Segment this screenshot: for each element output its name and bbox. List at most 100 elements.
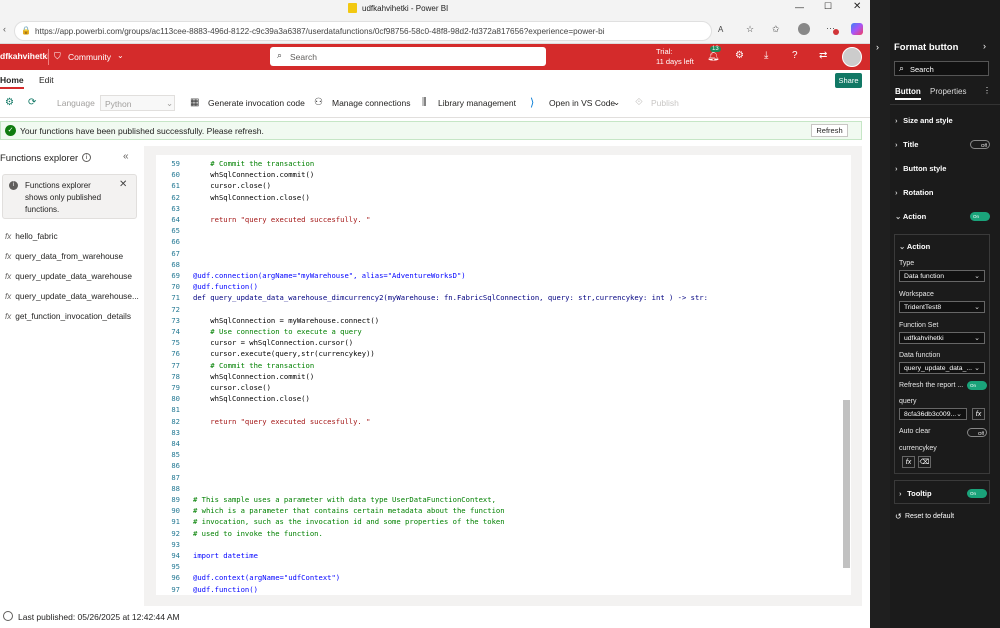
publish-button[interactable]: Publish: [651, 98, 679, 108]
line-number: 75: [171, 338, 180, 348]
tab-properties[interactable]: Properties: [930, 87, 966, 96]
subsection-action[interactable]: ⌄ Action: [899, 242, 930, 251]
tooltip-card: › Tooltip On: [894, 480, 990, 504]
function-icon: fx: [5, 312, 12, 321]
eraser-icon[interactable]: ⌫: [918, 456, 931, 468]
settings-icon[interactable]: ⚙: [5, 97, 14, 108]
function-item[interactable]: fx query_update_data_warehouse: [5, 271, 132, 281]
favorites-bar-icon[interactable]: ✩: [772, 24, 780, 35]
explorer-title: Functions explorer: [0, 153, 79, 164]
toggle-text: On: [970, 382, 977, 388]
line-number: 59: [171, 159, 180, 168]
line-number: 73: [171, 315, 180, 325]
line-number: 74: [171, 327, 180, 336]
data-function-select[interactable]: query_update_data_... ⌄: [899, 362, 985, 374]
function-item[interactable]: fx query_update_data_warehouse...: [5, 291, 139, 301]
editor-scrollbar[interactable]: [843, 400, 850, 568]
pane-search-input[interactable]: ⌕ Search: [894, 61, 989, 76]
back-icon[interactable]: ‹: [3, 24, 6, 34]
close-window-icon[interactable]: ✕: [853, 1, 861, 12]
read-aloud-icon[interactable]: A: [718, 25, 723, 34]
divider: [890, 104, 1000, 105]
minimize-icon[interactable]: —: [795, 2, 804, 12]
line-number: 80: [171, 394, 180, 404]
function-item[interactable]: fx query_data_from_warehouse: [5, 251, 123, 261]
line-number: 95: [171, 562, 180, 572]
code-line: return "query executed succesfully. ": [193, 416, 371, 426]
chevron-down-icon[interactable]: ⌄: [613, 97, 620, 108]
refresh-report-toggle[interactable]: On: [967, 381, 987, 390]
maximize-icon[interactable]: ☐: [824, 1, 832, 12]
chevron-down-icon: ⌄: [974, 335, 980, 342]
workspace-select[interactable]: TridentTest8 ⌄: [899, 301, 985, 313]
section-size-style[interactable]: › Size and style: [895, 116, 953, 125]
code-line: # which is a parameter that contains cer…: [193, 506, 505, 516]
more-icon[interactable]: ⋮: [983, 86, 991, 95]
divider: [48, 49, 49, 65]
dismiss-icon[interactable]: ✕: [119, 179, 127, 190]
function-set-select[interactable]: udfkahvihetki ⌄: [899, 332, 985, 344]
collapse-icon[interactable]: «: [123, 151, 129, 162]
user-avatar[interactable]: [842, 47, 862, 67]
manage-connections-button[interactable]: Manage connections: [332, 98, 410, 108]
fx-button[interactable]: fx: [972, 408, 985, 420]
help-icon[interactable]: ?: [792, 50, 798, 61]
tab-edit[interactable]: Edit: [39, 75, 54, 85]
chevron-down-icon: ⌄: [974, 365, 980, 372]
language-select[interactable]: Python ⌄: [100, 95, 175, 111]
section-action[interactable]: ⌄ Action: [895, 212, 926, 221]
title-toggle[interactable]: Off: [970, 140, 990, 149]
share-link-icon[interactable]: ⇄: [819, 50, 827, 61]
profile-avatar[interactable]: [798, 23, 810, 35]
url-field[interactable]: 🔒 https://app.powerbi.com/groups/ac113ce…: [14, 21, 712, 41]
code-line: def query_update_data_warehouse_dimcurre…: [193, 293, 708, 303]
chevron-down-icon: ⌄: [895, 212, 902, 221]
function-icon: fx: [5, 272, 12, 281]
select-value: TridentTest8: [904, 304, 942, 311]
function-item[interactable]: fx hello_fabric: [5, 231, 58, 241]
copilot-icon[interactable]: [851, 23, 863, 35]
bell-icon[interactable]: 🔔︎: [707, 51, 720, 62]
download-icon[interactable]: ⤓: [764, 50, 768, 61]
workspace-name[interactable]: dfkahvihetki: [0, 51, 50, 61]
favorite-icon[interactable]: ☆: [746, 24, 754, 35]
code-icon: ▦: [190, 97, 200, 108]
fx-button[interactable]: fx: [902, 456, 915, 468]
pane-collapse-icon[interactable]: ›: [983, 41, 986, 51]
code-editor[interactable]: 59 # Commit the transaction 60 whSqlConne…: [156, 155, 851, 595]
action-toggle[interactable]: On: [970, 212, 990, 221]
open-vscode-button[interactable]: Open in VS Code: [549, 98, 615, 108]
section-title[interactable]: › Title: [895, 140, 918, 149]
tab-button[interactable]: Button: [895, 87, 921, 100]
info-icon[interactable]: i: [82, 153, 91, 162]
chevron-down-icon[interactable]: ⌄: [117, 51, 124, 60]
function-icon: fx: [5, 252, 12, 261]
tab-home[interactable]: Home: [0, 75, 24, 89]
select-value: udfkahvihetki: [904, 335, 944, 342]
select-value: Data function: [904, 273, 945, 280]
auto-clear-toggle[interactable]: Off: [967, 428, 987, 437]
function-item[interactable]: fx get_function_invocation_details: [5, 311, 131, 321]
chevron-right-icon: ›: [895, 140, 898, 149]
refresh-icon[interactable]: ⟳: [28, 97, 36, 108]
info-icon: i: [9, 181, 18, 190]
community-link[interactable]: Community: [68, 52, 111, 62]
type-select[interactable]: Data function ⌄: [899, 270, 985, 282]
section-button-style[interactable]: › Button style: [895, 164, 946, 173]
banner-text: Your functions have been published succe…: [20, 126, 264, 136]
generate-invocation-button[interactable]: Generate invocation code: [208, 98, 305, 108]
search-input[interactable]: ⌕ Search: [270, 47, 546, 66]
browser-window: udfkahvihetki - Power BI — ☐ ✕ ‹ 🔒 https…: [0, 0, 870, 628]
reset-default-link[interactable]: Reset to default: [905, 513, 954, 520]
section-rotation[interactable]: › Rotation: [895, 188, 934, 197]
gear-icon[interactable]: ⚙: [735, 50, 744, 61]
share-button[interactable]: Share: [835, 73, 862, 88]
powerbi-logo-icon: [348, 3, 357, 13]
library-management-button[interactable]: Library management: [438, 98, 516, 108]
expand-icon[interactable]: ›: [876, 42, 879, 52]
section-tooltip[interactable]: › Tooltip: [899, 489, 932, 498]
query-select[interactable]: 8cfa36db3c009... ⌄: [899, 408, 967, 420]
reset-icon: ↺: [895, 512, 902, 521]
refresh-button[interactable]: Refresh: [811, 124, 848, 137]
tooltip-toggle[interactable]: On: [967, 489, 987, 498]
